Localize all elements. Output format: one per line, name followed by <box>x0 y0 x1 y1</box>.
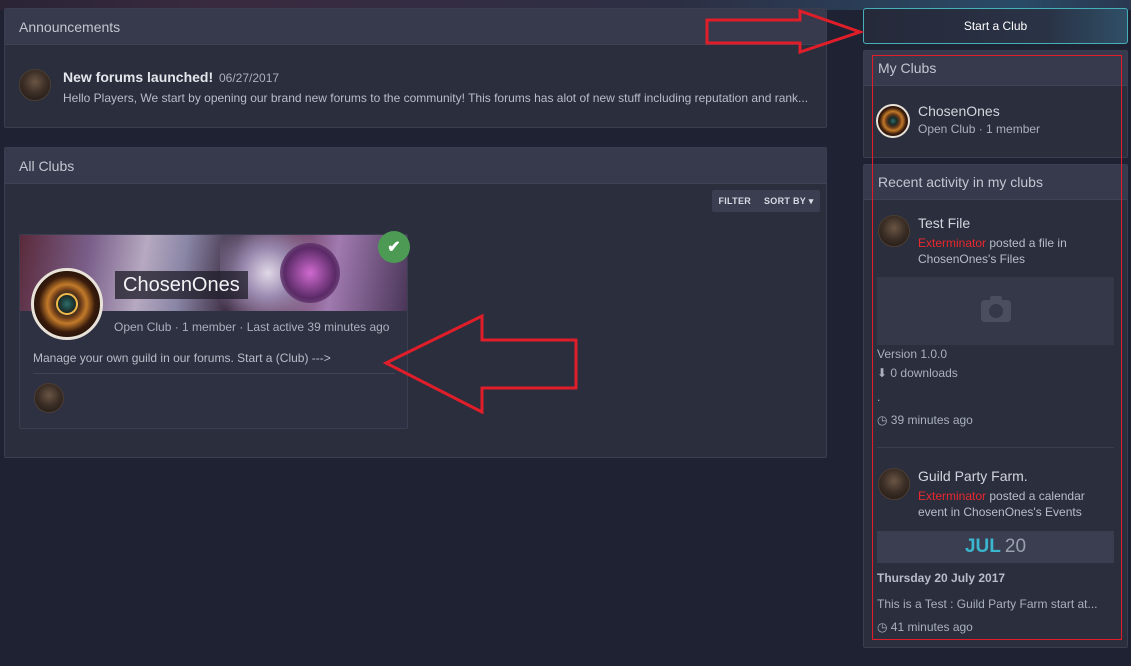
activity1-text: Exterminator posted a file in ChosenOnes… <box>918 235 1108 267</box>
event-date-badge: JUL 20 <box>877 531 1114 563</box>
activity2-time: ◷ 41 minutes ago <box>877 620 973 634</box>
activity1-user-link[interactable]: Exterminator <box>918 236 986 250</box>
announcement-title[interactable]: New forums launched! <box>63 69 213 85</box>
event-month: JUL <box>964 536 1001 557</box>
club-name[interactable]: ChosenOnes <box>115 271 248 299</box>
activity2-text: Exterminator posted a calendar event in … <box>918 488 1108 520</box>
my-club-meta: Open Club · 1 member <box>918 122 1041 136</box>
camera-icon <box>980 296 1011 322</box>
sort-by-button[interactable]: SORT BY ▾ <box>764 196 814 207</box>
member-avatar[interactable] <box>34 383 64 413</box>
file-downloads: ⬇ 0 downloads <box>877 366 958 380</box>
recent-activity-panel: Recent activity in my clubs Test File Ex… <box>863 164 1128 648</box>
activity1-avatar[interactable] <box>878 215 910 247</box>
check-icon: ✔ <box>378 231 410 263</box>
event-excerpt: This is a Test : Guild Party Farm start … <box>877 597 1098 611</box>
all-clubs-panel: All Clubs FILTER SORT BY ▾ ✔ ChosenOnes … <box>4 147 827 458</box>
club-divider <box>33 373 395 374</box>
file-version: Version 1.0.0 <box>877 347 948 361</box>
announcement-date: 06/27/2017 <box>219 71 280 85</box>
club-logo[interactable] <box>31 268 103 340</box>
my-clubs-header: My Clubs <box>864 51 1127 86</box>
filter-button[interactable]: FILTER <box>718 196 751 206</box>
filter-sort-bar: FILTER SORT BY ▾ <box>712 190 820 212</box>
start-club-button[interactable]: Start a Club <box>863 8 1128 44</box>
my-club-logo[interactable] <box>876 104 910 138</box>
file-description: . <box>877 390 881 404</box>
my-clubs-panel: My Clubs ChosenOnes Open Club · 1 member <box>863 50 1128 158</box>
announcement-text: Hello Players, We start by opening our b… <box>63 91 809 105</box>
author-avatar[interactable] <box>19 69 51 101</box>
activity2-title[interactable]: Guild Party Farm. <box>918 468 1028 484</box>
announcements-header: Announcements <box>5 9 826 45</box>
my-club-name[interactable]: ChosenOnes <box>918 103 1000 119</box>
event-day: 20 <box>1004 536 1027 557</box>
activity1-time: ◷ 39 minutes ago <box>877 413 973 427</box>
activity2-avatar[interactable] <box>878 468 910 500</box>
recent-activity-header: Recent activity in my clubs <box>864 165 1127 200</box>
file-thumbnail[interactable] <box>877 277 1114 345</box>
announcements-panel: Announcements New forums launched! 06/27… <box>4 8 827 128</box>
activity-divider <box>877 447 1114 448</box>
club-meta: Open Club · 1 member · Last active 39 mi… <box>114 320 390 334</box>
club-description: Manage your own guild in our forums. Sta… <box>33 351 331 365</box>
activity2-user-link[interactable]: Exterminator <box>918 489 986 503</box>
all-clubs-header: All Clubs <box>5 148 826 184</box>
event-full-date: Thursday 20 July 2017 <box>877 571 1006 585</box>
activity1-title[interactable]: Test File <box>918 215 970 231</box>
club-card[interactable]: ✔ ChosenOnes Open Club · 1 member · Last… <box>19 231 410 429</box>
